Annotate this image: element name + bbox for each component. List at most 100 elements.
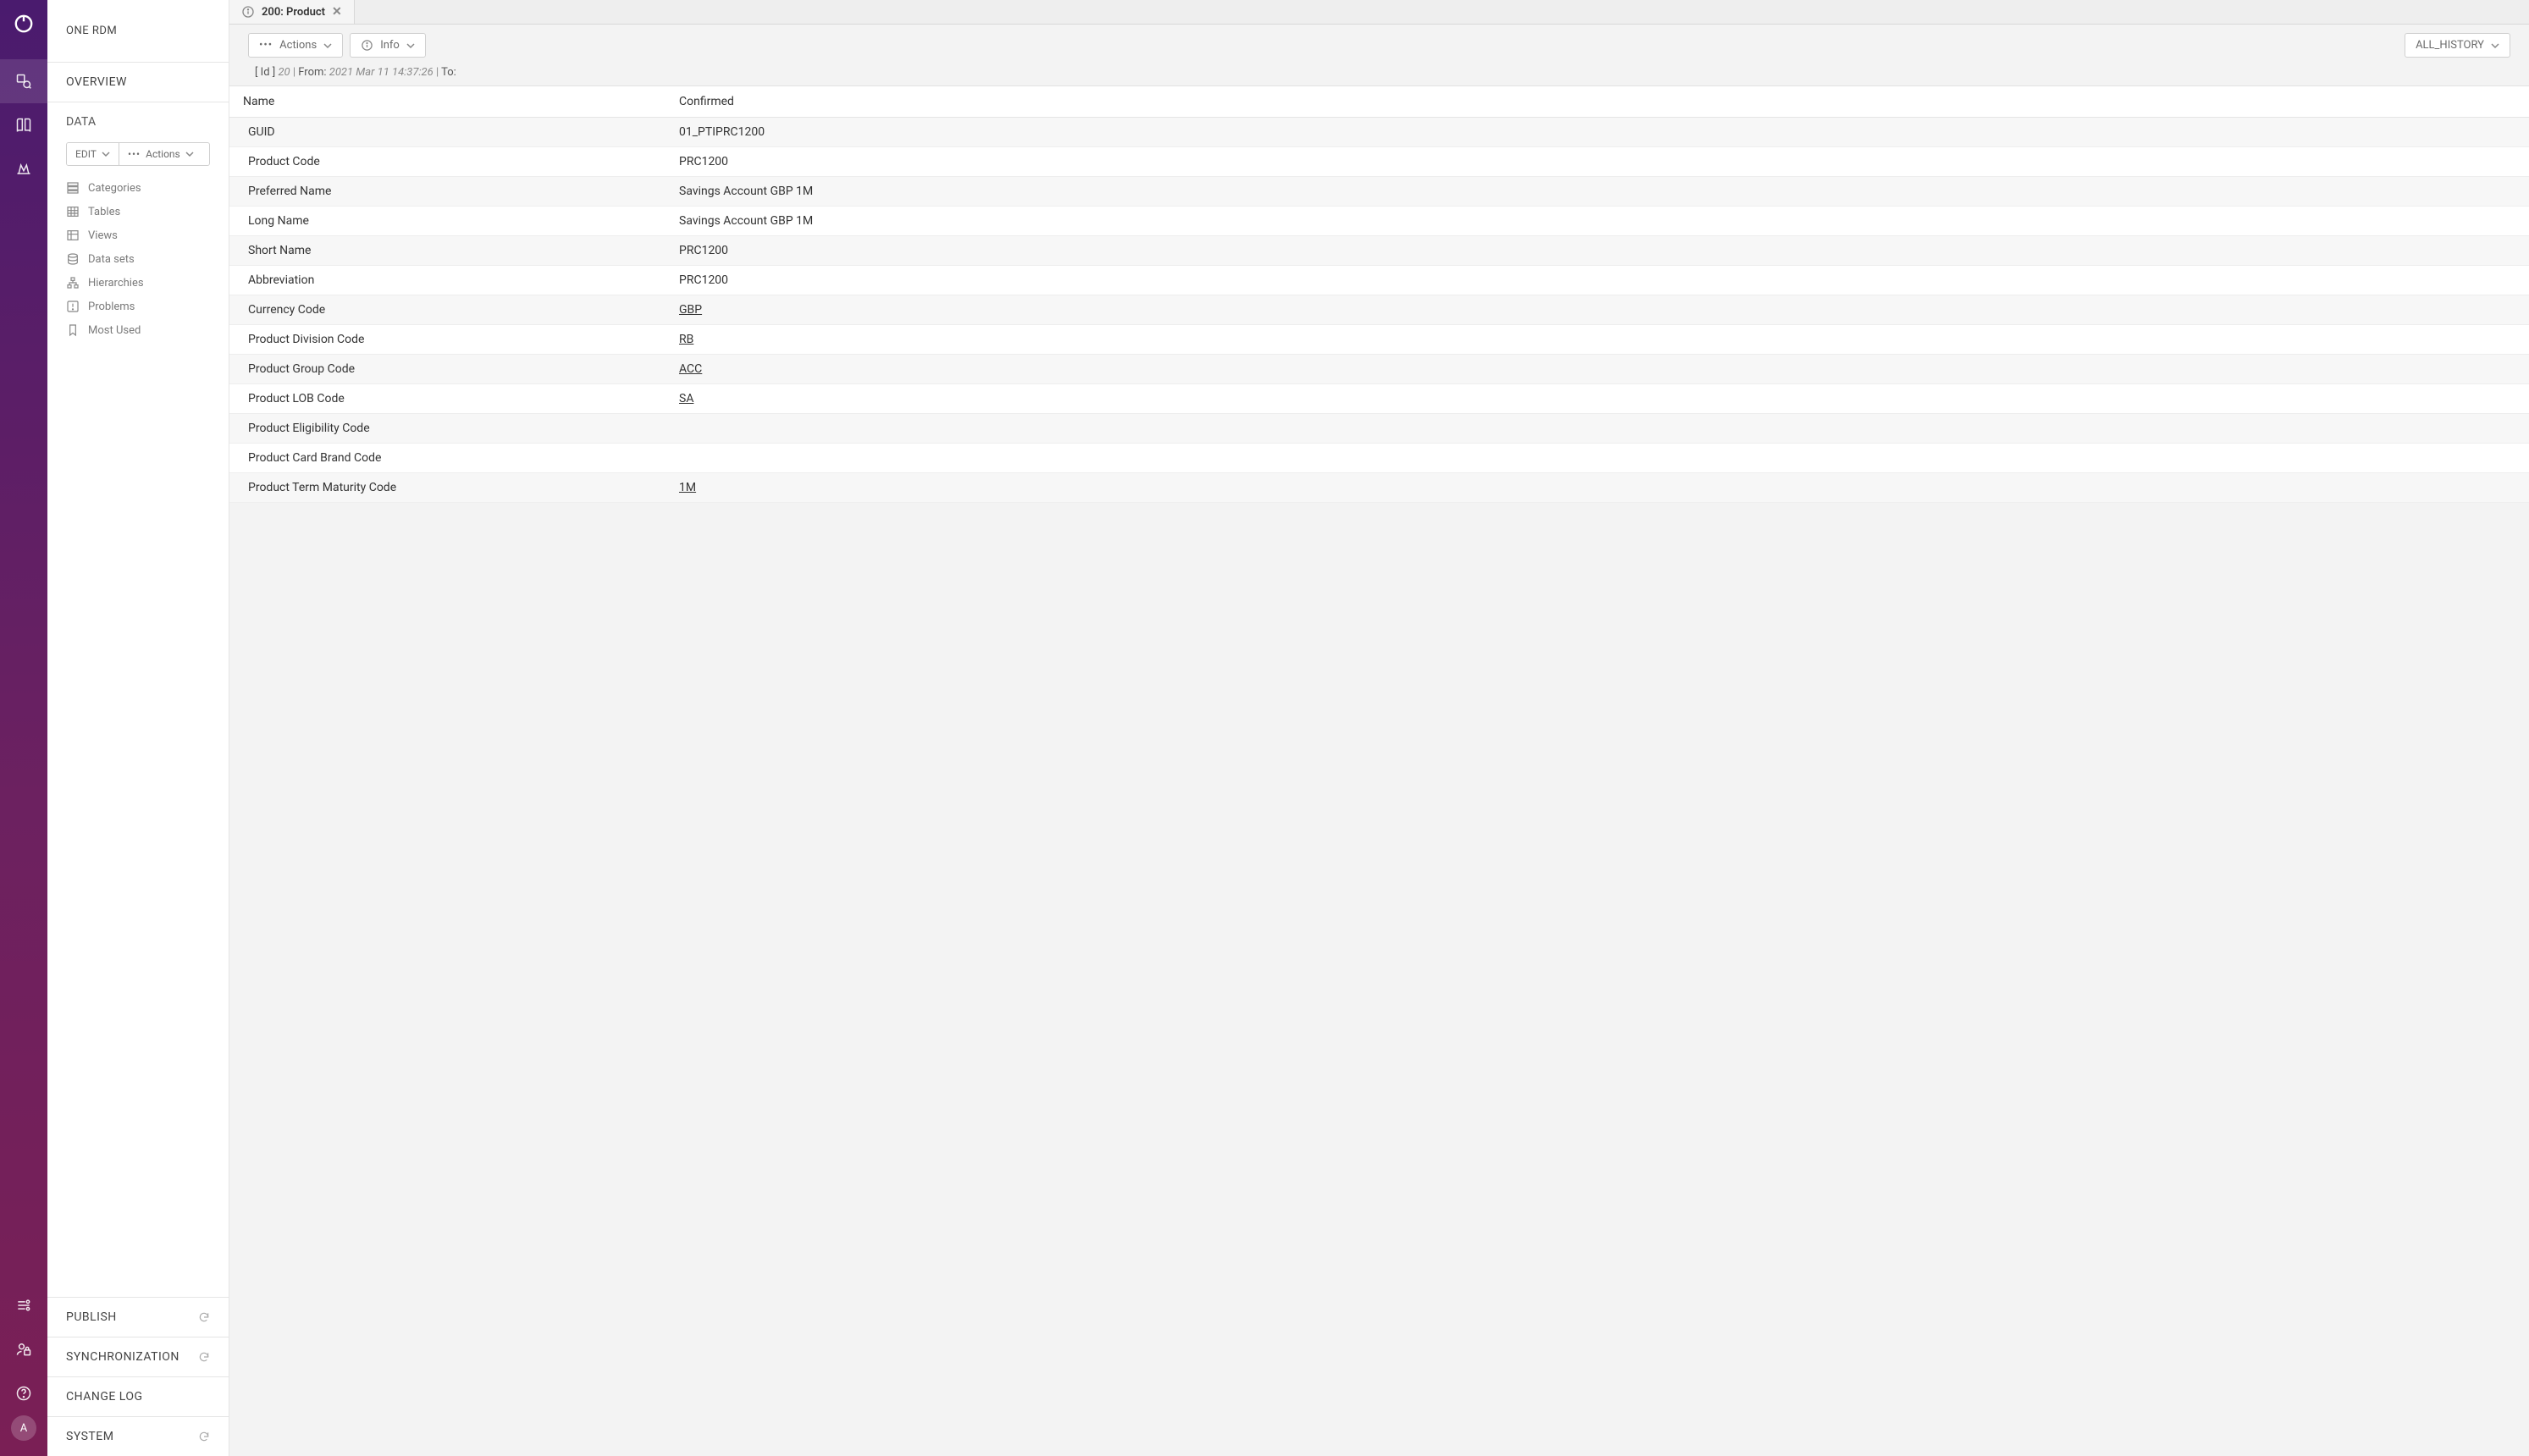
sidebar-section-data: DATA EDIT ••• Actions Categories [47,102,229,1298]
link-value[interactable]: RB [679,333,693,346]
sidebar-item-problems[interactable]: Problems [59,295,217,318]
hierarchy-icon [66,276,80,290]
cell-name: Currency Code [229,295,665,325]
sidebar-tree: Categories Tables Views Data sets Hierar… [47,176,229,342]
sidebar-item-views[interactable]: Views [59,223,217,247]
table-row: GUID01_PTIPRC1200 [229,118,2529,147]
link-value[interactable]: GBP [679,303,702,317]
cell-name: Product Group Code [229,355,665,384]
link-value[interactable]: 1M [679,481,696,494]
close-icon[interactable]: ✕ [332,5,342,19]
cell-name: Product Division Code [229,325,665,355]
table-row: Product Eligibility Code [229,414,2529,444]
sidebar-item-tables[interactable]: Tables [59,200,217,223]
sidebar-item-datasets[interactable]: Data sets [59,247,217,271]
tabstrip: 200: Product ✕ [229,0,2529,25]
sidebar-data-label: DATA [47,102,229,137]
main-area: 200: Product ✕ ••• Actions Info ALL_HIST… [229,0,2529,1456]
rail-item-help[interactable] [0,1371,47,1415]
avatar-letter: A [20,1422,27,1435]
sync-icon [198,1431,210,1442]
cell-value: RB [665,325,2529,355]
sync-icon [198,1351,210,1363]
table-row: Product Group Code ACC [229,355,2529,384]
sidebar-item-most-used[interactable]: Most Used [59,318,217,342]
table-row: Product Division Code RB [229,325,2529,355]
table-row: AbbreviationPRC1200 [229,266,2529,295]
info-icon [241,5,255,19]
sidebar-button-row: EDIT ••• Actions [66,142,210,166]
cell-name: Product Eligibility Code [229,414,665,444]
col-header-name: Name [229,86,665,118]
record-table: Name Confirmed GUID01_PTIPRC1200Product … [229,86,2529,503]
cell-value: PRC1200 [665,266,2529,295]
cell-value: ACC [665,355,2529,384]
cell-name: Preferred Name [229,177,665,207]
chevron-down-icon [323,41,332,50]
rail-item-docs[interactable] [0,103,47,147]
history-dropdown[interactable]: ALL_HISTORY [2405,33,2510,58]
chevron-down-icon [185,150,194,158]
table-row: Preferred NameSavings Account GBP 1M [229,177,2529,207]
tab-title: 200: Product [262,6,325,19]
cell-value: Savings Account GBP 1M [665,207,2529,236]
cell-name: Long Name [229,207,665,236]
warning-icon [66,300,80,313]
cell-value: GBP [665,295,2529,325]
info-icon [361,39,373,52]
table-row: Product LOB Code SA [229,384,2529,414]
cell-name: Product Code [229,147,665,177]
cell-value: PRC1200 [665,236,2529,266]
cell-value: 1M [665,473,2529,503]
categories-icon [66,181,80,195]
table-row: Long NameSavings Account GBP 1M [229,207,2529,236]
sidebar-item-categories[interactable]: Categories [59,176,217,200]
cell-value: 01_PTIPRC1200 [665,118,2529,147]
cell-value: SA [665,384,2529,414]
table-row: Product Card Brand Code [229,444,2529,473]
dots-icon: ••• [128,148,141,160]
sync-icon [198,1311,210,1323]
chevron-down-icon [406,41,415,50]
cell-value: Savings Account GBP 1M [665,177,2529,207]
rail-item-admin[interactable] [0,147,47,191]
chevron-down-icon [2491,41,2499,50]
tab-product[interactable]: 200: Product ✕ [229,0,355,24]
dots-icon: ••• [259,39,273,52]
icon-rail: A [0,0,47,1456]
cell-value [665,444,2529,473]
app-logo-icon [12,12,36,36]
toolbar: ••• Actions Info ALL_HISTORY [229,25,2529,66]
table-row: Currency Code GBP [229,295,2529,325]
table-row: Product CodePRC1200 [229,147,2529,177]
rail-item-explore[interactable] [0,59,47,103]
sidebar-title: ONE RDM [47,0,229,63]
sidebar: ONE RDM OVERVIEW DATA EDIT ••• Actions C… [47,0,229,1456]
link-value[interactable]: ACC [679,362,702,376]
sidebar-section-system[interactable]: SYSTEM [47,1417,229,1456]
cell-value [665,414,2529,444]
cell-name: Product Term Maturity Code [229,473,665,503]
table-icon [66,205,80,218]
bookmark-icon [66,323,80,337]
sidebar-item-hierarchies[interactable]: Hierarchies [59,271,217,295]
sidebar-actions-button[interactable]: ••• Actions [119,143,202,165]
rail-item-user-lock[interactable] [0,1327,47,1371]
table-row: Short NamePRC1200 [229,236,2529,266]
actions-button[interactable]: ••• Actions [248,33,343,58]
cell-name: Short Name [229,236,665,266]
rail-item-settings[interactable] [0,1283,47,1327]
info-button[interactable]: Info [350,33,426,58]
sidebar-section-publish[interactable]: PUBLISH [47,1298,229,1337]
sidebar-section-changelog[interactable]: CHANGE LOG [47,1377,229,1417]
link-value[interactable]: SA [679,392,693,405]
cell-name: Product LOB Code [229,384,665,414]
cell-name: Product Card Brand Code [229,444,665,473]
cell-name: GUID [229,118,665,147]
meta-bar: [ Id ] 20 | From: 2021 Mar 11 14:37:26 |… [229,66,2529,85]
edit-button[interactable]: EDIT [67,143,119,165]
sidebar-section-overview[interactable]: OVERVIEW [47,63,229,102]
datasets-icon [66,252,80,266]
avatar[interactable]: A [11,1415,36,1441]
sidebar-section-sync[interactable]: SYNCHRONIZATION [47,1337,229,1377]
